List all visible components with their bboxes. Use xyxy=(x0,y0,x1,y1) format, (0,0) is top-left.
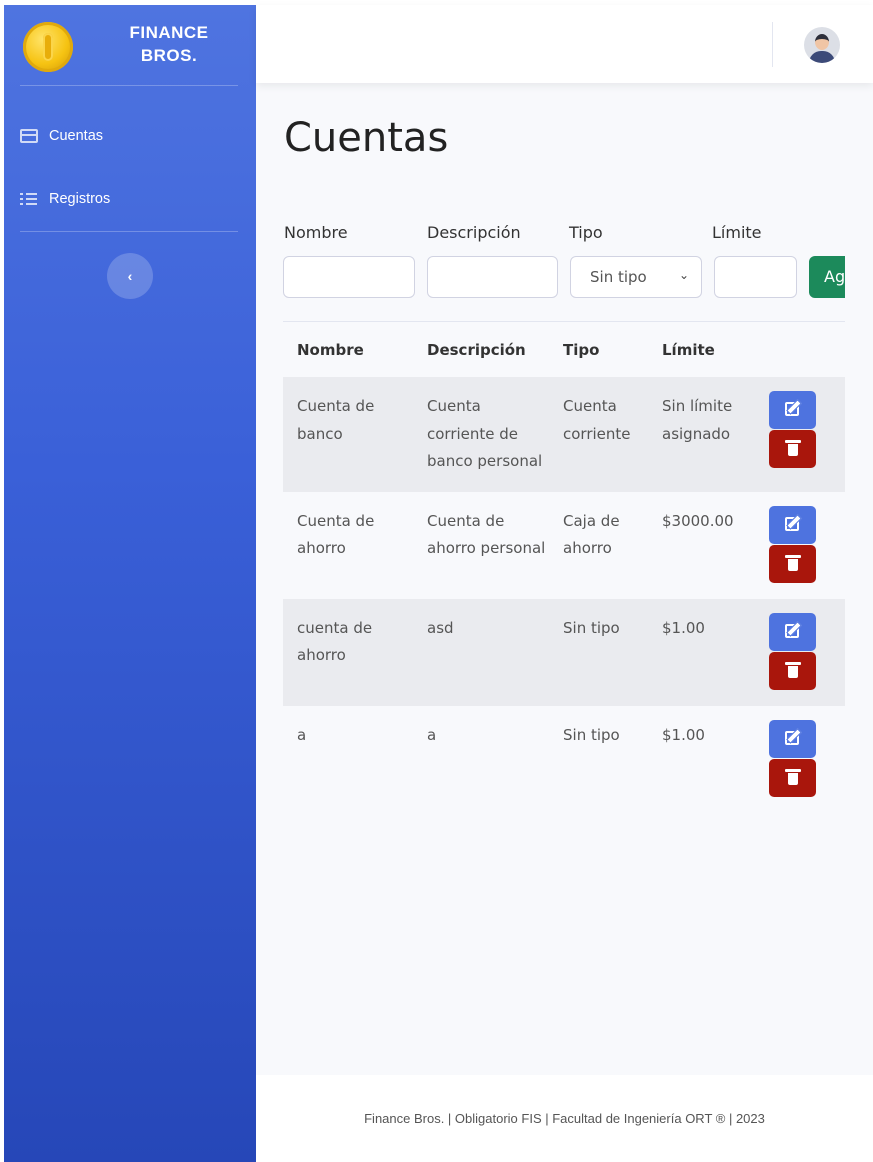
credit-card-icon xyxy=(20,129,38,143)
tipo-select-value: Sin tipo xyxy=(590,268,647,286)
cell-descripcion: Cuenta de ahorro personal xyxy=(427,511,546,558)
sidebar: FINANCE BROS. Cuentas Registros ‹ xyxy=(4,5,256,1162)
accounts-table: Nombre Descripción Tipo Límite Cuenta de… xyxy=(283,321,845,813)
list-icon xyxy=(20,192,38,206)
cell-actions xyxy=(755,377,845,492)
edit-button[interactable] xyxy=(769,391,816,429)
topbar xyxy=(256,5,873,83)
header-nombre: Nombre xyxy=(283,321,413,377)
descripcion-input[interactable] xyxy=(427,256,558,298)
footer-text: Finance Bros. | Obligatorio FIS | Facult… xyxy=(364,1111,765,1126)
cell-descripcion: asd xyxy=(413,598,549,706)
edit-icon xyxy=(785,402,799,416)
brand-name: FINANCE BROS. xyxy=(104,21,234,67)
sidebar-toggle-button[interactable]: ‹ xyxy=(107,253,153,299)
cell-nombre: Cuenta de banco xyxy=(283,377,413,492)
delete-button[interactable] xyxy=(769,544,816,583)
cell-tipo: Cuenta corriente xyxy=(549,377,648,492)
avatar-head xyxy=(815,34,829,50)
limite-input[interactable] xyxy=(714,256,797,298)
chevron-left-icon: ‹ xyxy=(127,268,133,284)
trash-icon xyxy=(785,440,801,456)
table-row: Cuenta de banco Cuenta corriente de banc… xyxy=(283,377,845,492)
user-avatar[interactable] xyxy=(804,27,840,63)
delete-button[interactable] xyxy=(769,430,816,468)
header-limite: Límite xyxy=(648,321,755,377)
sidebar-divider xyxy=(20,85,238,86)
table-row: a a Sin tipo $1.00 xyxy=(283,706,845,813)
cell-actions xyxy=(755,492,845,599)
cell-limite: $1.00 xyxy=(662,725,705,744)
cell-nombre: cuenta de ahorro xyxy=(283,598,413,706)
footer: Finance Bros. | Obligatorio FIS | Facult… xyxy=(256,1075,873,1162)
edit-icon xyxy=(785,623,799,638)
brand[interactable]: FINANCE BROS. xyxy=(4,5,256,85)
sidebar-item-label: Registros xyxy=(49,191,111,207)
delete-button[interactable] xyxy=(769,758,816,797)
label-descripcion: Descripción xyxy=(427,223,521,242)
header-descripcion: Descripción xyxy=(413,321,549,377)
trash-icon xyxy=(785,661,801,678)
table-header-row: Nombre Descripción Tipo Límite xyxy=(283,321,845,377)
main-content: Cuentas Nombre Descripción Tipo Límite S… xyxy=(256,83,873,1075)
topbar-divider xyxy=(772,22,773,67)
brand-line-1: FINANCE xyxy=(129,23,209,42)
cell-actions xyxy=(755,598,845,706)
cell-limite: Sin límite asignado xyxy=(648,377,755,492)
coin-logo-icon xyxy=(23,22,73,72)
delete-button[interactable] xyxy=(769,651,816,690)
cell-tipo: Caja de ahorro xyxy=(563,511,620,558)
avatar-body xyxy=(809,51,835,63)
edit-button[interactable] xyxy=(769,719,816,758)
label-nombre: Nombre xyxy=(284,223,348,242)
header-tipo: Tipo xyxy=(549,321,648,377)
edit-button[interactable] xyxy=(769,612,816,651)
cell-nombre: a xyxy=(297,725,307,744)
cell-limite: $1.00 xyxy=(648,598,755,706)
header-actions xyxy=(755,321,845,377)
edit-icon xyxy=(785,730,799,745)
cell-descripcion: a xyxy=(427,725,437,744)
trash-icon xyxy=(785,554,801,571)
brand-line-2: BROS. xyxy=(140,46,198,65)
sidebar-item-cuentas[interactable]: Cuentas xyxy=(20,124,103,148)
sidebar-divider xyxy=(20,231,238,232)
cell-tipo: Sin tipo xyxy=(549,598,648,706)
cell-tipo: Sin tipo xyxy=(563,725,620,744)
page-title: Cuentas xyxy=(284,115,449,161)
trash-icon xyxy=(785,768,801,785)
nombre-input[interactable] xyxy=(283,256,415,298)
sidebar-item-registros[interactable]: Registros xyxy=(20,187,110,211)
table-row: Cuenta de ahorro Cuenta de ahorro person… xyxy=(283,492,845,599)
label-limite: Límite xyxy=(712,223,762,242)
add-account-button[interactable]: Agregar xyxy=(809,256,845,298)
chevron-down-icon: ⌄ xyxy=(678,268,689,282)
cell-limite: $3000.00 xyxy=(662,511,734,530)
tipo-select[interactable]: Sin tipo ⌄ xyxy=(570,256,702,298)
table-row: cuenta de ahorro asd Sin tipo $1.00 xyxy=(283,598,845,706)
edit-icon xyxy=(785,516,799,531)
label-tipo: Tipo xyxy=(569,223,603,242)
sidebar-item-label: Cuentas xyxy=(49,128,104,144)
edit-button[interactable] xyxy=(769,505,816,544)
cell-nombre: Cuenta de ahorro xyxy=(297,511,375,558)
cell-actions xyxy=(755,706,845,813)
cell-descripcion: Cuenta corriente de banco personal xyxy=(413,377,549,492)
